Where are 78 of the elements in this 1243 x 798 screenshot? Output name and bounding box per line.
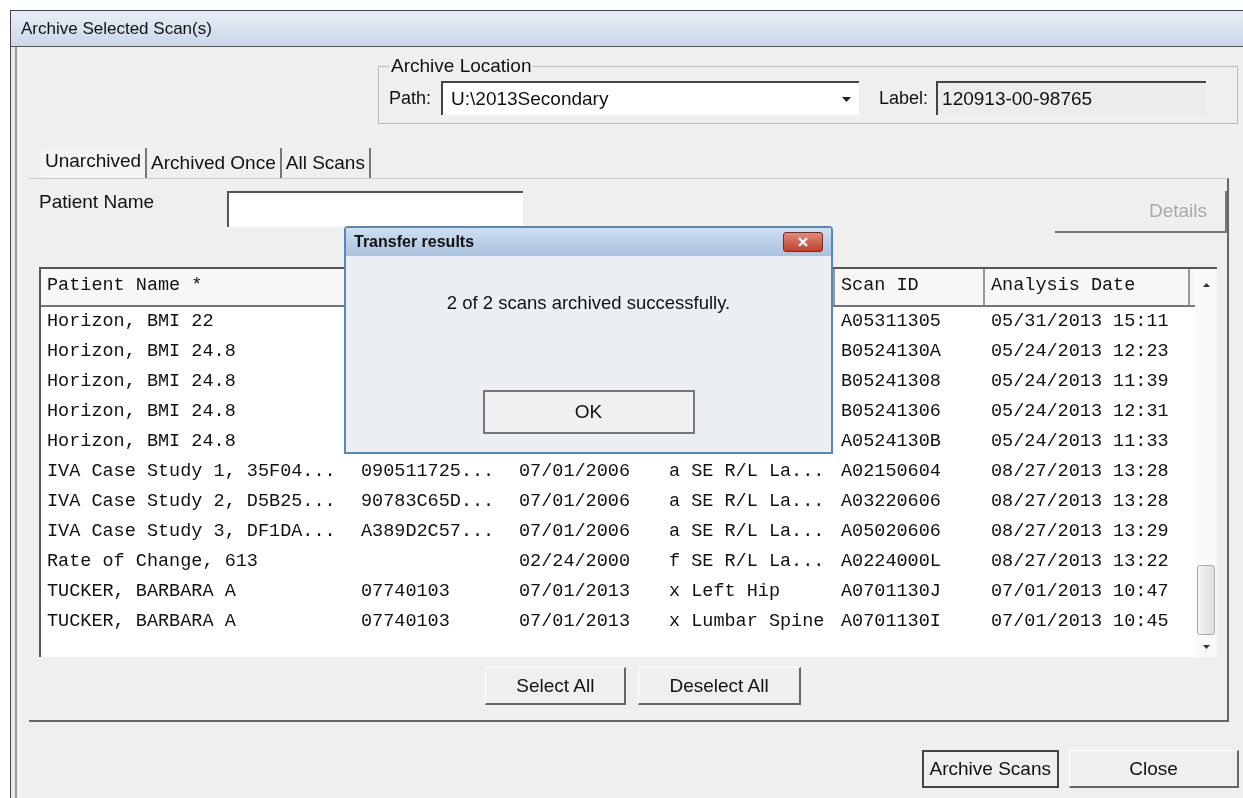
label-label: Label:	[879, 87, 929, 109]
patient-name-label: Patient Name	[39, 191, 156, 213]
table-cell: IVA Case Study 2, D5B25...	[47, 491, 336, 512]
table-cell: A02150604	[841, 461, 941, 482]
footer-button[interactable]: Close	[1069, 750, 1239, 788]
table-cell: Rate of Change, 613	[47, 551, 258, 572]
footer-button[interactable]: Archive Scans	[921, 750, 1059, 788]
close-button[interactable]	[783, 232, 823, 252]
table-cell: A03220606	[841, 491, 941, 512]
path-dropdown[interactable]: U:\2013Secondary	[441, 81, 860, 115]
table-cell: 05/24/2013 12:23	[991, 341, 1169, 362]
table-cell: 05/31/2013 15:11	[991, 311, 1169, 332]
table-cell: 07/01/2013	[519, 611, 631, 632]
ok-button[interactable]: OK	[482, 390, 695, 434]
table-cell: 90783C65D...	[361, 491, 495, 512]
table-cell: 05/24/2013 11:33	[991, 431, 1169, 452]
path-label: Path:	[389, 87, 432, 109]
table-cell: 07740103	[361, 611, 450, 632]
table-cell: a SE R/L La...	[669, 491, 825, 512]
table-cell: 05/24/2013 12:31	[991, 401, 1169, 422]
table-cell: 08/27/2013 13:28	[991, 491, 1169, 512]
table-cell: A0524130B	[841, 431, 941, 452]
table-cell: 090511725...	[361, 461, 495, 482]
scroll-up-icon	[1202, 283, 1210, 287]
dialog-title: Transfer results	[354, 233, 475, 251]
table-cell: Horizon, BMI 24.8	[47, 401, 236, 422]
dialog-message: 2 of 2 scans archived successfully.	[446, 292, 731, 314]
column-header[interactable]: Patient Name *	[47, 275, 203, 296]
group-title: Archive Location	[390, 55, 533, 77]
list-button[interactable]: Select All	[485, 667, 627, 705]
patient-name-field[interactable]	[227, 191, 523, 227]
table-cell: 08/27/2013 13:22	[991, 551, 1169, 572]
table-cell: 05/24/2013 11:39	[991, 371, 1169, 392]
tab[interactable]: Unarchived	[41, 148, 148, 178]
table-cell: a SE R/L La...	[669, 461, 825, 482]
table-cell: a SE R/L La...	[669, 521, 825, 542]
scroll-thumb[interactable]	[1197, 565, 1215, 635]
table-cell: x Left Hip	[669, 581, 781, 602]
table-cell: B0524130A	[841, 341, 941, 362]
table-cell: x Lumbar Spine	[669, 611, 825, 632]
table-cell: IVA Case Study 1, 35F04...	[47, 461, 336, 482]
label-field[interactable]: 120913-00-98765	[936, 81, 1207, 115]
table-cell: 07/01/2006	[519, 491, 631, 512]
table-cell: Horizon, BMI 24.8	[47, 371, 236, 392]
table-cell: 02/24/2000	[519, 551, 631, 572]
table-cell: TUCKER, BARBARA A	[47, 581, 236, 602]
table-cell: Horizon, BMI 24.8	[47, 431, 236, 452]
scroll-down-icon	[1202, 645, 1210, 649]
scrollbar[interactable]	[1195, 269, 1217, 657]
window-title: Archive Selected Scan(s)	[21, 18, 212, 39]
table-cell: A0701130J	[841, 581, 941, 602]
table-cell: A05020606	[841, 521, 941, 542]
table-cell: 07/01/2013 10:47	[991, 581, 1169, 602]
dropdown-arrow-icon	[842, 96, 852, 102]
column-header[interactable]: Analysis Date	[991, 275, 1136, 296]
list-button[interactable]: Deselect All	[638, 667, 801, 705]
table-cell: 07/01/2006	[519, 461, 631, 482]
table-cell: 07/01/2006	[519, 521, 631, 542]
table-cell: 08/27/2013 13:29	[991, 521, 1169, 542]
table-cell: A0701130I	[841, 611, 941, 632]
table-cell: TUCKER, BARBARA A	[47, 611, 236, 632]
table-cell: f SE R/L La...	[669, 551, 825, 572]
table-cell: 07/01/2013	[519, 581, 631, 602]
table-cell: Horizon, BMI 24.8	[47, 341, 236, 362]
column-header[interactable]: Scan ID	[841, 275, 919, 296]
table-cell: A05311305	[841, 311, 941, 332]
table-cell: B05241308	[841, 371, 941, 392]
table-cell: 08/27/2013 13:28	[991, 461, 1169, 482]
close-icon	[797, 237, 809, 247]
table-cell: 07740103	[361, 581, 450, 602]
table-cell: B05241306	[841, 401, 941, 422]
tab[interactable]: Archived Once	[147, 148, 282, 178]
table-cell: A0224000L	[841, 551, 941, 572]
table-cell: Horizon, BMI 22	[47, 311, 214, 332]
table-cell: IVA Case Study 3, DF1DA...	[47, 521, 336, 542]
table-cell: A389D2C57...	[361, 521, 495, 542]
tab[interactable]: All Scans	[281, 148, 371, 178]
table-cell: 07/01/2013 10:45	[991, 611, 1169, 632]
